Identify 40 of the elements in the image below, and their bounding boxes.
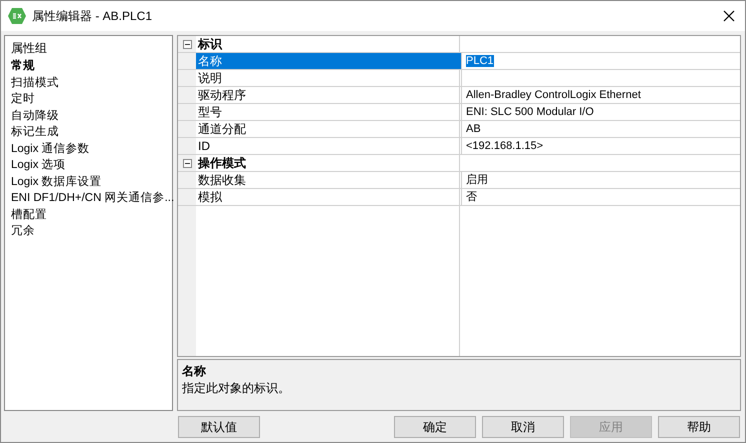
collapse-icon[interactable]	[182, 40, 192, 48]
property-name[interactable]: 名称	[196, 53, 462, 69]
property-value[interactable]: 启用	[466, 174, 488, 186]
sidebar-item[interactable]: Logix 通信参数	[11, 140, 90, 157]
dialog-button[interactable]: 确定	[394, 416, 476, 438]
sidebar-item[interactable]: 自动降级	[11, 108, 59, 124]
property-name[interactable]: 说明	[196, 70, 462, 86]
property-value[interactable]: Allen-Bradley ControlLogix Ethernet	[466, 89, 641, 101]
sidebar-heading: 属性组	[11, 40, 48, 57]
property-value[interactable]: <192.168.1.15>	[466, 140, 544, 152]
dialog-button[interactable]: 默认值	[178, 416, 260, 438]
collapse-icon[interactable]	[182, 158, 192, 168]
sidebar-item[interactable]: 冗余	[11, 223, 35, 240]
property-name[interactable]: 模拟	[196, 189, 462, 205]
sidebar-item[interactable]: ENI DF1/DH+/CN 网关通信参...	[11, 190, 174, 206]
property-name[interactable]: ID	[196, 138, 462, 154]
property-name[interactable]: 数据收集	[196, 172, 462, 188]
sidebar-item[interactable]: 常规	[11, 58, 35, 74]
sidebar-item[interactable]: 标记生成	[11, 124, 59, 140]
description-text: 指定此对象的标识。	[182, 380, 291, 397]
property-value[interactable]: ENI: SLC 500 Modular I/O	[466, 106, 594, 118]
close-icon[interactable]	[723, 10, 735, 22]
sidebar-item[interactable]: 槽配置	[11, 206, 47, 223]
window-title: 属性编辑器 - AB.PLC1	[32, 8, 154, 24]
property-name[interactable]: 驱动程序	[196, 87, 462, 103]
dialog-button[interactable]: 帮助	[658, 416, 740, 438]
sidebar-item[interactable]: 扫描模式	[11, 74, 59, 91]
sidebar-item[interactable]: Logix 选项	[11, 157, 66, 174]
sidebar-item[interactable]: 定时	[11, 91, 35, 108]
property-name[interactable]: 型号	[196, 104, 462, 120]
property-value[interactable]: 否	[466, 191, 477, 203]
property-value[interactable]: PLC1	[466, 55, 494, 67]
description-title: 名称	[182, 363, 207, 380]
dialog-button[interactable]: 取消	[482, 416, 564, 438]
group-header: 标识	[196, 36, 222, 52]
app-logo-icon	[8, 8, 26, 24]
property-name[interactable]: 通道分配	[196, 121, 462, 137]
property-value[interactable]: AB	[466, 123, 481, 135]
group-header: 操作模式	[196, 155, 246, 171]
sidebar-item[interactable]: Logix 数据库设置	[11, 174, 102, 190]
